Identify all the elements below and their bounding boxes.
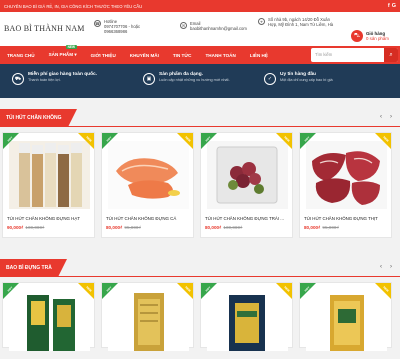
- product-price: 80,000₫ 100,000₫: [205, 225, 243, 230]
- section-header-tea-bags: BAO BÌ ĐỰNG TRÀ ‹ ›: [0, 259, 400, 277]
- hot-ribbon: HOT: [3, 133, 19, 149]
- new-ribbon: NEW: [177, 133, 193, 149]
- hot-ribbon: HOT: [201, 283, 217, 299]
- old-price: 100,000₫: [223, 225, 243, 230]
- product-card[interactable]: HOT NEW TÚI HÚT CHÂN KHÔNG ĐỰNG CÁ 80,00…: [101, 132, 194, 238]
- hotline-value[interactable]: 0974707706 - hoặc 0966368986: [104, 24, 160, 34]
- product-image[interactable]: [306, 291, 387, 359]
- hot-ribbon: HOT: [300, 283, 316, 299]
- truck-icon: ⛟: [12, 73, 24, 85]
- nav-promotions[interactable]: KHUYẾN MÃI: [123, 53, 166, 58]
- feature-subtitle: Thanh toán tiện lợi.: [28, 78, 61, 82]
- new-ribbon: NEW: [177, 283, 193, 299]
- product-card[interactable]: HOT NEW: [2, 282, 95, 351]
- nav-home[interactable]: TRANG CHỦ: [0, 53, 42, 58]
- product-name[interactable]: TÚI HÚT CHÂN KHÔNG ĐỰNG TRÁI ...: [205, 216, 291, 221]
- product-card[interactable]: HOT NEW TÚI HÚT CHÂN KHÔNG ĐỰNG HẠT 90,0…: [2, 132, 95, 238]
- address-block: ⌖ Số nhà 9b, ngách 14/20 Đỗ Xuân Hợp, Mỹ…: [258, 17, 338, 27]
- section-title[interactable]: BAO BÌ ĐỰNG TRÀ: [0, 259, 67, 277]
- chevron-right-icon[interactable]: ›: [390, 264, 392, 270]
- search-input[interactable]: Tìm kiếm: [315, 52, 332, 57]
- old-price: 95,000₫: [322, 225, 339, 230]
- chevron-right-icon[interactable]: ›: [390, 114, 392, 120]
- hot-ribbon: HOT: [102, 283, 118, 299]
- feature-subtitle: Luôn cập nhật những xu hướng mới nhất.: [159, 78, 230, 82]
- cart-button[interactable]: ⛍ Giỏ hàng 0 sản phẩm: [351, 30, 389, 42]
- features-bar: ⛟ Miễn phí giao hàng toàn quốc. Thanh toá…: [0, 64, 400, 98]
- nav-about[interactable]: GIỚI THIỆU: [84, 53, 123, 58]
- new-ribbon: NEW: [78, 283, 94, 299]
- feature-subtitle: Một địa chỉ cung cấp bao bì giá: [280, 78, 333, 82]
- chevron-left-icon[interactable]: ‹: [380, 114, 382, 120]
- product-image[interactable]: [108, 291, 189, 359]
- new-ribbon: NEW: [276, 133, 292, 149]
- nav-news[interactable]: TIN TỨC: [166, 53, 199, 58]
- nav-products[interactable]: SẢN PHẨM ▾ NEW: [42, 45, 84, 58]
- feature-variety: ▣ Sản phẩm đa dạng. Luôn cập nhật những x…: [143, 72, 230, 85]
- phone-icon: ☎: [94, 20, 101, 27]
- product-image[interactable]: [108, 141, 189, 209]
- product-price: 80,000₫ 95,000₫: [304, 225, 339, 230]
- nav-payment[interactable]: THANH TOÁN: [199, 53, 243, 58]
- site-logo[interactable]: BAO BÌ THÀNH NAM: [4, 24, 85, 33]
- email-value[interactable]: baobithanhnamhn@gmail.com: [190, 26, 247, 31]
- product-image[interactable]: [9, 291, 90, 359]
- announcement-text: CHUYÊN BAO BÌ GIÁ RẺ, IN, GIA CÔNG KÍCH …: [4, 3, 143, 9]
- nav-contact[interactable]: LIÊN HỆ: [243, 53, 275, 58]
- product-name[interactable]: TÚI HÚT CHÂN KHÔNG ĐỰNG HẠT: [7, 216, 93, 221]
- hot-ribbon: HOT: [300, 133, 316, 149]
- section-title[interactable]: TÚI HÚT CHÂN KHÔNG: [0, 109, 77, 127]
- location-icon: ⌖: [258, 18, 265, 25]
- chevron-left-icon[interactable]: ‹: [380, 264, 382, 270]
- product-image[interactable]: [9, 141, 90, 209]
- email-block: ✉ Email baobithanhnamhn@gmail.com: [180, 21, 258, 31]
- product-name[interactable]: TÚI HÚT CHÂN KHÔNG ĐỰNG CÁ: [106, 216, 192, 221]
- feature-shipping: ⛟ Miễn phí giao hàng toàn quốc. Thanh toá…: [12, 72, 97, 85]
- new-ribbon: NEW: [375, 283, 391, 299]
- hot-ribbon: HOT: [201, 133, 217, 149]
- search-icon[interactable]: ⌕: [384, 48, 398, 62]
- feature-title: Sản phẩm đa dạng.: [159, 72, 203, 77]
- new-ribbon: NEW: [78, 133, 94, 149]
- section-header-vacuum-bags: TÚI HÚT CHÂN KHÔNG ‹ ›: [0, 109, 400, 127]
- product-price: 80,000₫ 95,000₫: [106, 225, 141, 230]
- feature-title: Miễn phí giao hàng toàn quốc.: [28, 72, 98, 77]
- hot-ribbon: HOT: [102, 133, 118, 149]
- product-card[interactable]: HOT NEW TÚI HÚT CHÂN KHÔNG ĐỰNG TRÁI ...…: [200, 132, 293, 238]
- site-header: BAO BÌ THÀNH NAM ☎ Hotline 0974707706 - …: [0, 12, 400, 46]
- product-price: 90,000₫ 100,000₫: [7, 225, 45, 230]
- product-name[interactable]: TÚI HÚT CHÂN KHÔNG ĐỰNG THỊT: [304, 216, 390, 221]
- product-card[interactable]: HOT NEW TÚI HÚT CHÂN KHÔNG ĐỰNG THỊT 80,…: [299, 132, 392, 238]
- google-plus-icon[interactable]: G: [392, 3, 396, 9]
- box-icon: ▣: [143, 73, 155, 85]
- product-image[interactable]: [306, 141, 387, 209]
- product-image[interactable]: [207, 291, 288, 359]
- product-card[interactable]: HOT NEW: [299, 282, 392, 351]
- nav-products-label: SẢN PHẨM ▾: [48, 52, 77, 57]
- old-price: 100,000₫: [25, 225, 45, 230]
- product-card[interactable]: HOT NEW: [101, 282, 194, 351]
- hot-ribbon: HOT: [3, 283, 19, 299]
- new-ribbon: NEW: [276, 283, 292, 299]
- mail-icon: ✉: [180, 22, 187, 29]
- shield-icon: ✓: [264, 73, 276, 85]
- new-badge: NEW: [65, 45, 77, 49]
- old-price: 95,000₫: [124, 225, 141, 230]
- feature-title: Uy tín hàng đầu: [280, 72, 316, 77]
- product-image[interactable]: [207, 141, 288, 209]
- top-announcement-bar: CHUYÊN BAO BÌ GIÁ RẺ, IN, GIA CÔNG KÍCH …: [0, 0, 400, 12]
- feature-trust: ✓ Uy tín hàng đầu Một địa chỉ cung cấp ba…: [264, 72, 333, 85]
- cart-count: 0 sản phẩm: [366, 36, 389, 41]
- product-card[interactable]: HOT NEW: [200, 282, 293, 351]
- new-ribbon: NEW: [375, 133, 391, 149]
- shopping-bag-icon: ⛍: [351, 30, 363, 42]
- hotline-block: ☎ Hotline 0974707706 - hoặc 0966368986: [94, 19, 160, 35]
- address-text: Số nhà 9b, ngách 14/20 Đỗ Xuân Hợp, Mỹ Đ…: [268, 17, 334, 28]
- social-links: f G: [388, 3, 396, 9]
- search-box: Tìm kiếm ⌕: [311, 48, 398, 62]
- facebook-icon[interactable]: f: [388, 3, 390, 9]
